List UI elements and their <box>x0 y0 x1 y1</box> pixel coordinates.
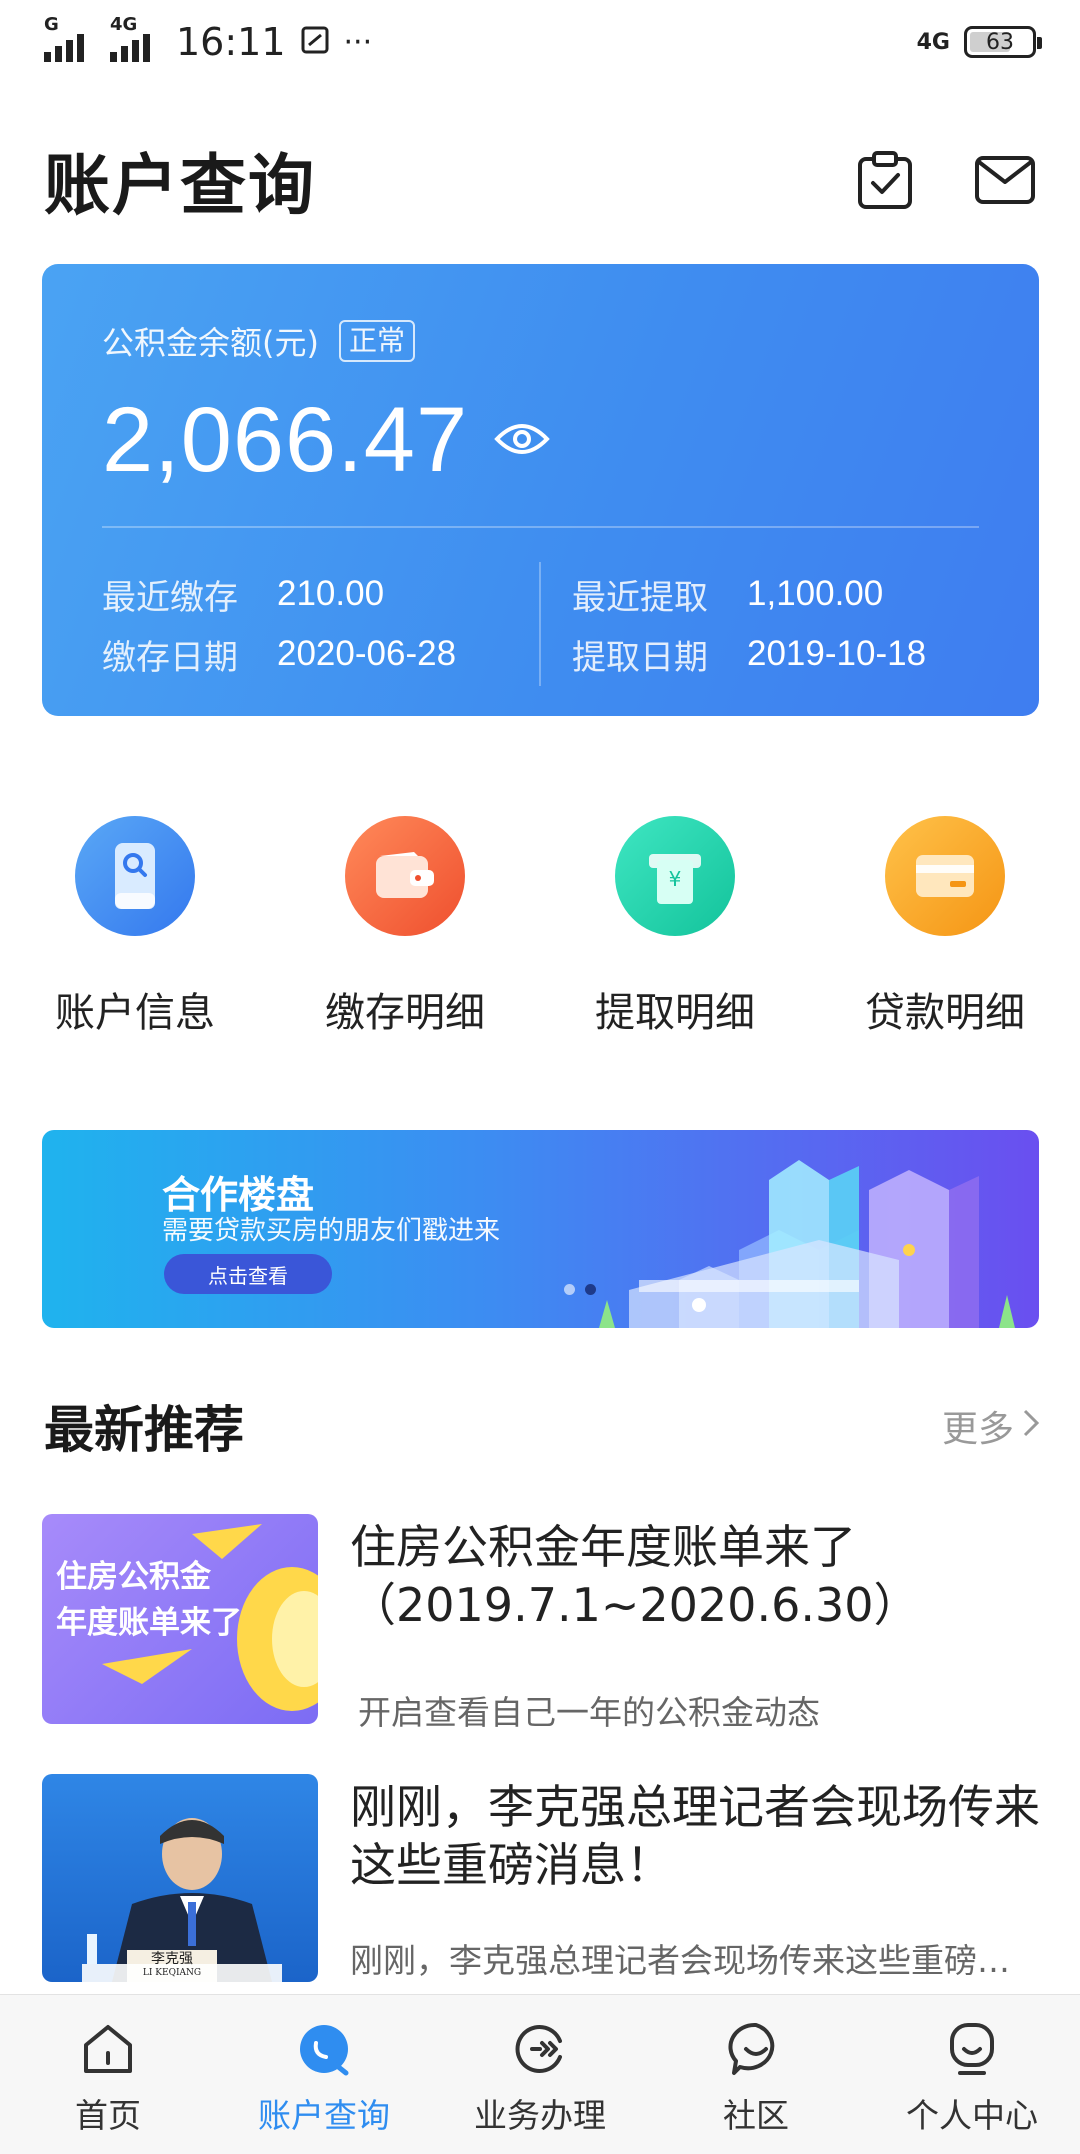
deposit-date-label: 缴存日期 <box>102 637 238 678</box>
more-link[interactable]: 更多 <box>942 1400 1040 1452</box>
clipboard-check-icon[interactable] <box>856 149 914 211</box>
withdraw-stats: 最近提取 1,100.00 提取日期 2019-10-18 <box>572 564 926 684</box>
tab-label: 首页 <box>75 2096 141 2135</box>
news-title: 住房公积金年度账单来了（2019.7.1~2020.6.30） <box>350 1520 920 1632</box>
tab-label: 社区 <box>723 2096 789 2135</box>
tab-label: 业务办理 <box>474 2096 606 2135</box>
nameplate-text: 李克强 <box>151 1951 193 1967</box>
quick-action-label: 提取明细 <box>595 990 755 1036</box>
news-description: 刚刚，李克强总理记者会现场传来这些重磅消息 <box>350 1941 1030 1980</box>
home-icon <box>84 2025 132 2073</box>
status-bar: G 4G 16:11 ··· 4G 63 <box>0 0 1080 84</box>
business-icon <box>515 2025 562 2073</box>
svg-text:¥: ¥ <box>669 867 682 891</box>
profile-icon <box>950 2023 994 2075</box>
quick-action-label: 缴存明细 <box>325 990 485 1036</box>
signal-icon: G <box>44 14 96 62</box>
card-divider <box>102 526 979 528</box>
sim2-label: 4G <box>110 14 138 35</box>
banner-subtitle: 需要贷款买房的朋友们戳进来 <box>162 1216 501 1246</box>
banner-pagination <box>564 1284 596 1295</box>
withdraw-date-value: 2019-10-18 <box>747 634 927 673</box>
quick-actions: 账户信息 缴存明细 ¥ 提取明细 贷款明细 <box>0 816 1080 1038</box>
thumbnail-text: 住房公积金 <box>56 1559 211 1595</box>
status-time: 16:11 <box>176 20 286 64</box>
news-thumbnail: 李克强 LI KEQIANG <box>42 1774 318 1982</box>
quick-action-label: 贷款明细 <box>865 990 1025 1036</box>
network-label: 4G <box>916 29 950 55</box>
balance-label: 公积金余额(元) <box>102 324 319 362</box>
sim1-label: G <box>44 14 59 35</box>
quick-action-label: 账户信息 <box>55 990 215 1036</box>
tab-business[interactable]: 业务办理 <box>432 1995 648 2154</box>
tab-home[interactable]: 首页 <box>0 1995 216 2154</box>
card-icon <box>885 816 1005 936</box>
recommend-header: 最新推荐 更多 <box>44 1390 1040 1462</box>
tab-label: 账户查询 <box>258 2096 390 2135</box>
account-query-icon <box>300 2025 349 2076</box>
recent-deposit-value: 210.00 <box>277 574 385 613</box>
signal-icon: 4G <box>110 14 162 62</box>
recent-deposit-label: 最近缴存 <box>102 577 238 618</box>
eye-icon[interactable] <box>494 419 550 463</box>
bottom-tab-bar: 首页 账户查询 业务办理 社区 个人中心 <box>0 1994 1080 2154</box>
pagination-dot <box>564 1284 575 1295</box>
community-icon <box>728 2022 775 2075</box>
more-label: 更多 <box>941 1409 1014 1450</box>
news-thumbnail: 住房公积金 年度账单来了 <box>42 1514 318 1724</box>
quick-action-deposit-detail[interactable]: 缴存明细 <box>270 816 540 1038</box>
deposit-date-value: 2020-06-28 <box>277 634 457 673</box>
withdraw-date-label: 提取日期 <box>572 637 708 678</box>
recent-withdraw-label: 最近提取 <box>572 577 708 618</box>
more-indicator: ··· <box>343 24 373 60</box>
section-title: 最新推荐 <box>44 1401 244 1459</box>
news-title: 刚刚，李克强总理记者会现场传来这些重磅消息！ <box>350 1780 1040 1892</box>
tab-community[interactable]: 社区 <box>648 1995 864 2154</box>
phone-search-icon <box>75 816 195 936</box>
nameplate-text: LI KEQIANG <box>142 1968 202 1978</box>
city-illustration <box>599 1160 1015 1328</box>
quick-action-loan-detail[interactable]: 贷款明细 <box>810 816 1080 1038</box>
yuan-receipt-icon: ¥ <box>615 816 735 936</box>
stat-separator <box>539 562 541 686</box>
quick-action-account-info[interactable]: 账户信息 <box>0 816 270 1038</box>
quick-action-withdraw-detail[interactable]: ¥ 提取明细 <box>540 816 810 1038</box>
page-header: 账户查询 <box>0 120 1080 240</box>
page-title: 账户查询 <box>44 147 316 224</box>
deposit-stats: 最近缴存 210.00 缴存日期 2020-06-28 <box>102 564 456 684</box>
tab-account-query[interactable]: 账户查询 <box>216 1995 432 2154</box>
status-badge: 正常 <box>338 320 415 362</box>
screenshot-icon <box>300 20 330 64</box>
pagination-dot-active <box>585 1284 596 1295</box>
recent-withdraw-value: 1,100.00 <box>747 574 884 613</box>
news-description: 开启查看自己一年的公积金动态 <box>358 1693 820 1732</box>
promo-banner[interactable]: 合作楼盘 需要贷款买房的朋友们戳进来 点击查看 <box>42 1130 1039 1328</box>
balance-card[interactable]: 公积金余额(元) 正常 2,066.47 最近缴存 210.00 缴存日期 2020… <box>42 264 1039 716</box>
thumbnail-text: 年度账单来了 <box>56 1605 242 1641</box>
mail-icon[interactable] <box>974 154 1036 206</box>
news-item[interactable]: 李克强 LI KEQIANG 刚刚，李克强总理记者会现场传来这些重磅消息！ 刚刚… <box>42 1774 1042 1982</box>
balance-amount: 2,066.47 <box>102 389 469 491</box>
tab-label: 个人中心 <box>906 2096 1038 2135</box>
battery-level: 63 <box>986 29 1014 55</box>
chevron-right-icon <box>1022 1406 1040 1447</box>
banner-button[interactable]: 点击查看 <box>164 1254 332 1294</box>
news-item[interactable]: 住房公积金 年度账单来了 住房公积金年度账单来了（2019.7.1~2020.6… <box>42 1514 1042 1732</box>
battery-icon: 63 <box>964 26 1042 58</box>
wallet-icon <box>345 816 465 936</box>
tab-profile[interactable]: 个人中心 <box>864 1995 1080 2154</box>
